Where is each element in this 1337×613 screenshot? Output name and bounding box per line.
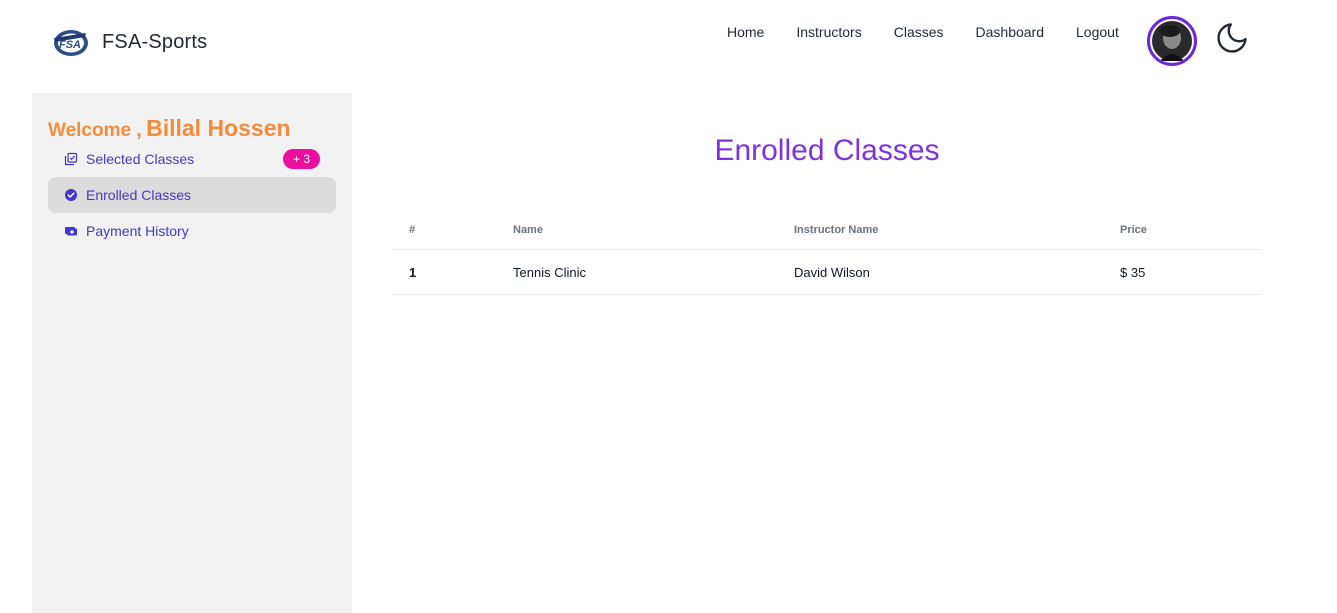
table-row: 1 Tennis Clinic David Wilson $ 35 xyxy=(392,250,1262,295)
row-number: 1 xyxy=(409,264,417,280)
welcome-label: Welcome , xyxy=(48,120,142,141)
nav-home[interactable]: Home xyxy=(711,24,780,40)
svg-text:FSA: FSA xyxy=(59,39,81,51)
sidebar-item-payment-history[interactable]: Payment History xyxy=(48,213,336,249)
nav-logout[interactable]: Logout xyxy=(1060,24,1135,40)
header-name: Name xyxy=(513,223,543,236)
theme-toggle-button[interactable] xyxy=(1212,18,1252,58)
avatar[interactable] xyxy=(1147,16,1197,66)
welcome-heading: Welcome , Billal Hossen xyxy=(48,115,291,142)
table-header: # Name Instructor Name Price xyxy=(392,210,1262,250)
brand-name: FSA-Sports xyxy=(102,30,208,53)
check-circle-icon xyxy=(65,189,77,201)
sidebar-item-enrolled-classes[interactable]: Enrolled Classes xyxy=(48,177,336,213)
nav-dashboard[interactable]: Dashboard xyxy=(960,24,1061,40)
header-number: # xyxy=(409,223,416,236)
sidebar-item-label: Payment History xyxy=(86,223,189,239)
nav-instructors[interactable]: Instructors xyxy=(780,24,877,40)
header-instructor-name: Instructor Name xyxy=(794,223,879,236)
sidebar-item-label: Selected Classes xyxy=(86,151,195,167)
selected-count-badge: + 3 xyxy=(282,149,320,169)
fsa-logo-icon: FSA xyxy=(54,30,88,56)
instructor-name: David Wilson xyxy=(794,264,870,280)
selected-classes-icon xyxy=(64,152,78,166)
user-name: Billal Hossen xyxy=(146,115,291,141)
sidebar: Welcome , Billal Hossen Selected Classes… xyxy=(32,93,352,613)
user-photo xyxy=(1152,21,1192,61)
main-nav: Home Instructors Classes Dashboard Logou… xyxy=(711,22,1135,42)
sidebar-item-selected-classes[interactable]: Selected Classes + 3 xyxy=(48,141,336,177)
enrolled-classes-table: # Name Instructor Name Price 1 Tennis Cl… xyxy=(392,210,1262,295)
navbar: FSA FSA-Sports Home Instructors Classes … xyxy=(0,0,1337,84)
class-name: Tennis Clinic xyxy=(513,264,586,280)
payment-icon xyxy=(65,227,77,236)
class-price: $ 35 xyxy=(1120,264,1146,280)
header-price: Price xyxy=(1120,223,1147,236)
moon-icon xyxy=(1217,23,1247,53)
page-title: Enrolled Classes xyxy=(714,134,940,167)
nav-classes[interactable]: Classes xyxy=(878,24,960,40)
sidebar-menu: Selected Classes + 3 Enrolled Classes Pa… xyxy=(48,141,336,249)
sidebar-item-label: Enrolled Classes xyxy=(86,187,192,203)
brand[interactable]: FSA FSA-Sports xyxy=(50,24,207,60)
